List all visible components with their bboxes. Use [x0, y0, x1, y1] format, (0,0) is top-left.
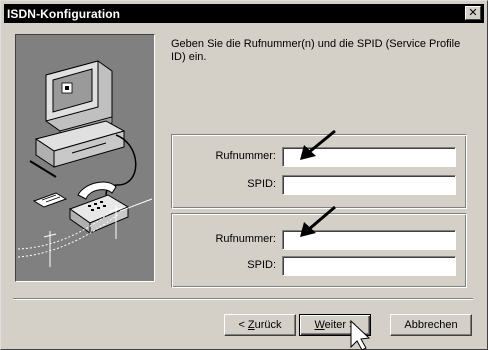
computer-case-icon	[34, 120, 126, 168]
close-icon: ✕	[468, 7, 478, 19]
number-group-1: Rufnummer: SPID:	[171, 134, 467, 209]
wizard-illustration	[15, 34, 155, 282]
spid-input-1[interactable]	[282, 175, 456, 195]
rufnummer-input-1[interactable]	[282, 147, 456, 167]
title-bar[interactable]: ISDN-Konfiguration ✕	[4, 4, 484, 23]
dialog-window: ISDN-Konfiguration ✕ Geben Sie die Rufnu…	[0, 0, 488, 350]
number-group-2: Rufnummer: SPID:	[171, 213, 467, 288]
spid-input-2[interactable]	[282, 256, 456, 276]
cancel-button[interactable]: Abbrechen	[390, 314, 472, 336]
back-button[interactable]: < Zurück	[224, 314, 296, 336]
computer-telephone-illustration	[17, 60, 153, 267]
spid-label: SPID:	[247, 259, 276, 271]
close-button[interactable]: ✕	[465, 6, 481, 20]
rufnummer-label: Rufnummer:	[215, 233, 276, 245]
rufnummer-input-2[interactable]	[282, 230, 456, 250]
telephone-icon	[68, 181, 130, 234]
next-button[interactable]: Weiter >	[299, 314, 371, 336]
cancel-button-label: Abbrechen	[404, 319, 458, 331]
rufnummer-label: Rufnummer:	[215, 150, 276, 162]
window-title: ISDN-Konfiguration	[7, 6, 121, 21]
notepad-icon	[32, 192, 68, 208]
back-button-label: < Zurück	[238, 319, 282, 331]
spid-label: SPID:	[247, 178, 276, 190]
next-button-label: Weiter >	[314, 319, 356, 331]
button-separator	[13, 298, 473, 300]
instruction-text: Geben Sie die Rufnummer(n) und die SPID …	[171, 38, 461, 63]
